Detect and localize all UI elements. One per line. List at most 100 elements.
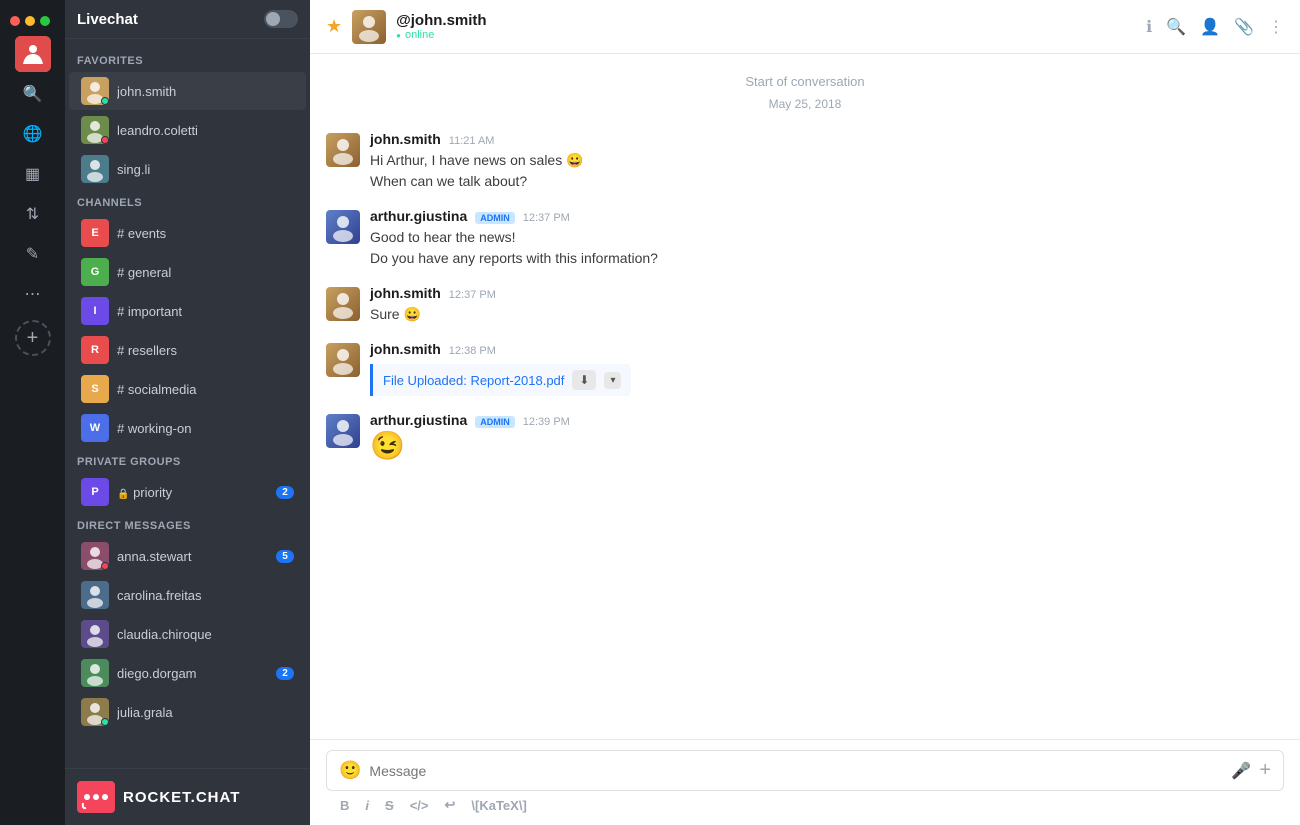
avatar-priority: P: [81, 478, 109, 506]
item-label-anna-stewart: anna.stewart: [117, 549, 268, 564]
chat-input-area: 🙂 🎤 + B i S </> ↩ \[KaTeX\]: [310, 739, 1300, 825]
admin-badge-2: Admin: [475, 212, 515, 224]
msg-content-5: arthur.giustina Admin 12:39 PM 😉: [370, 412, 1284, 460]
sidebar-item-socialmedia[interactable]: S # socialmedia: [69, 370, 306, 408]
lock-icon: 🔒: [117, 489, 129, 500]
chat-more-icon[interactable]: ⋮: [1268, 17, 1284, 37]
item-label-resellers: # resellers: [117, 343, 294, 358]
sidebar-item-carolina-freitas[interactable]: carolina.freitas: [69, 576, 306, 614]
format-katex-button[interactable]: \[KaTeX\]: [471, 798, 526, 813]
sidebar-item-john-smith[interactable]: john.smith: [69, 72, 306, 110]
sidebar-item-julia-grala[interactable]: julia.grala: [69, 693, 306, 731]
search-chat-icon[interactable]: 🔍: [1166, 17, 1186, 37]
more-options-icon[interactable]: ⋯: [15, 276, 51, 312]
item-label-working-on: # working-on: [117, 421, 294, 436]
private-groups-label: Private Groups: [65, 448, 310, 472]
item-label-socialmedia: # socialmedia: [117, 382, 294, 397]
sidebar-item-claudia-chiroque[interactable]: claudia.chiroque: [69, 615, 306, 653]
sidebar-item-important[interactable]: I # important: [69, 292, 306, 330]
header-status: online: [396, 29, 1136, 41]
msg-content-4: john.smith 12:38 PM File Uploaded: Repor…: [370, 341, 1284, 396]
msg-time-3: 12:37 PM: [449, 289, 496, 301]
msg-header-5: arthur.giustina Admin 12:39 PM: [370, 412, 1284, 428]
emoji-picker-button[interactable]: 🙂: [339, 760, 361, 781]
favorites-label: Favorites: [65, 47, 310, 71]
format-italic-button[interactable]: i: [365, 798, 369, 813]
msg-text-2a: Good to hear the news!: [370, 227, 1284, 248]
sidebar-item-sing-li[interactable]: sing.li: [69, 150, 306, 188]
add-workspace-button[interactable]: +: [15, 320, 51, 356]
avatar-diego-dorgam: [81, 659, 109, 687]
anna-stewart-badge: 5: [276, 550, 294, 563]
msg-text-1: Hi Arthur, I have news on sales 😀: [370, 150, 1284, 171]
sort-icon[interactable]: ⇅: [15, 196, 51, 232]
sidebar-item-diego-dorgam[interactable]: diego.dorgam 2: [69, 654, 306, 692]
members-icon[interactable]: 👤: [1200, 17, 1220, 37]
item-label-john-smith: john.smith: [117, 84, 294, 99]
sidebar-title: Livechat: [77, 11, 138, 28]
format-strikethrough-button[interactable]: S: [385, 798, 394, 813]
msg-time-5: 12:39 PM: [523, 416, 570, 428]
msg-time-2: 12:37 PM: [523, 212, 570, 224]
status-online: [101, 97, 109, 105]
attach-icon[interactable]: 📎: [1234, 17, 1254, 37]
format-link-button[interactable]: ↩: [444, 797, 455, 813]
status-online-julia: [101, 718, 109, 726]
sidebar-item-resellers[interactable]: R # resellers: [69, 331, 306, 369]
sidebar-item-working-on[interactable]: W # working-on: [69, 409, 306, 447]
item-label-carolina-freitas: carolina.freitas: [117, 588, 294, 603]
status-busy: [101, 136, 109, 144]
info-icon[interactable]: ℹ: [1146, 17, 1152, 37]
star-button[interactable]: ★: [326, 16, 342, 37]
avatar-working-on: W: [81, 414, 109, 442]
sidebar-item-events[interactable]: E # events: [69, 214, 306, 252]
conversation-start: Start of conversation: [326, 74, 1284, 89]
msg-text-2b: Do you have any reports with this inform…: [370, 248, 1284, 269]
msg-header-2: arthur.giustina Admin 12:37 PM: [370, 208, 1284, 224]
header-user-info: @john.smith online: [396, 12, 1136, 41]
emoji-wink: 😉: [370, 432, 1284, 460]
header-avatar-inner: [352, 10, 386, 44]
msg-content-3: john.smith 12:37 PM Sure 😀: [370, 285, 1284, 325]
layout-icon[interactable]: ▦: [15, 156, 51, 192]
diego-dorgam-badge: 2: [276, 667, 294, 680]
traffic-lights: [0, 8, 65, 32]
sidebar-item-general[interactable]: G # general: [69, 253, 306, 291]
sidebar-footer: ROCKET.CHAT: [65, 768, 310, 825]
file-dropdown-button[interactable]: ▾: [604, 372, 621, 389]
search-icon[interactable]: 🔍: [15, 76, 51, 112]
msg-text-3: Sure 😀: [370, 304, 1284, 325]
maximize-dot[interactable]: [40, 16, 50, 26]
workspace-avatar[interactable]: [15, 36, 51, 72]
avatar-important: I: [81, 297, 109, 325]
message-group-2: arthur.giustina Admin 12:37 PM Good to h…: [326, 208, 1284, 269]
format-bold-button[interactable]: B: [340, 798, 349, 813]
edit-icon[interactable]: ✎: [15, 236, 51, 272]
file-link[interactable]: File Uploaded: Report-2018.pdf: [383, 373, 564, 388]
direct-messages-label: Direct Messages: [65, 512, 310, 536]
format-code-button[interactable]: </>: [410, 798, 429, 813]
sidebar-item-anna-stewart[interactable]: anna.stewart 5: [69, 537, 306, 575]
sidebar-item-leandro-coletti[interactable]: leandro.coletti: [69, 111, 306, 149]
sidebar-body: Favorites john.smith leandro.coletti sin…: [65, 39, 310, 768]
msg-content-2: arthur.giustina Admin 12:37 PM Good to h…: [370, 208, 1284, 269]
header-actions: ℹ 🔍 👤 📎 ⋮: [1146, 17, 1284, 37]
globe-icon[interactable]: 🌐: [15, 116, 51, 152]
add-attachment-button[interactable]: +: [1259, 759, 1271, 782]
msg-author-3: john.smith: [370, 285, 441, 301]
message-input[interactable]: [369, 763, 1223, 779]
sidebar-item-priority[interactable]: P 🔒 priority 2: [69, 473, 306, 511]
avatar-events: E: [81, 219, 109, 247]
close-dot[interactable]: [10, 16, 20, 26]
item-label-events: # events: [117, 226, 294, 241]
msg-content-1: john.smith 11:21 AM Hi Arthur, I have ne…: [370, 131, 1284, 192]
msg-avatar-js-1: [326, 133, 360, 167]
minimize-dot[interactable]: [25, 16, 35, 26]
header-username: @john.smith: [396, 12, 1136, 29]
mic-button[interactable]: 🎤: [1231, 761, 1251, 781]
msg-avatar-js-2: [326, 287, 360, 321]
item-label-julia-grala: julia.grala: [117, 705, 294, 720]
download-button[interactable]: ⬇: [572, 370, 596, 390]
conversation-date: May 25, 2018: [326, 97, 1284, 111]
livechat-toggle[interactable]: [264, 10, 298, 28]
